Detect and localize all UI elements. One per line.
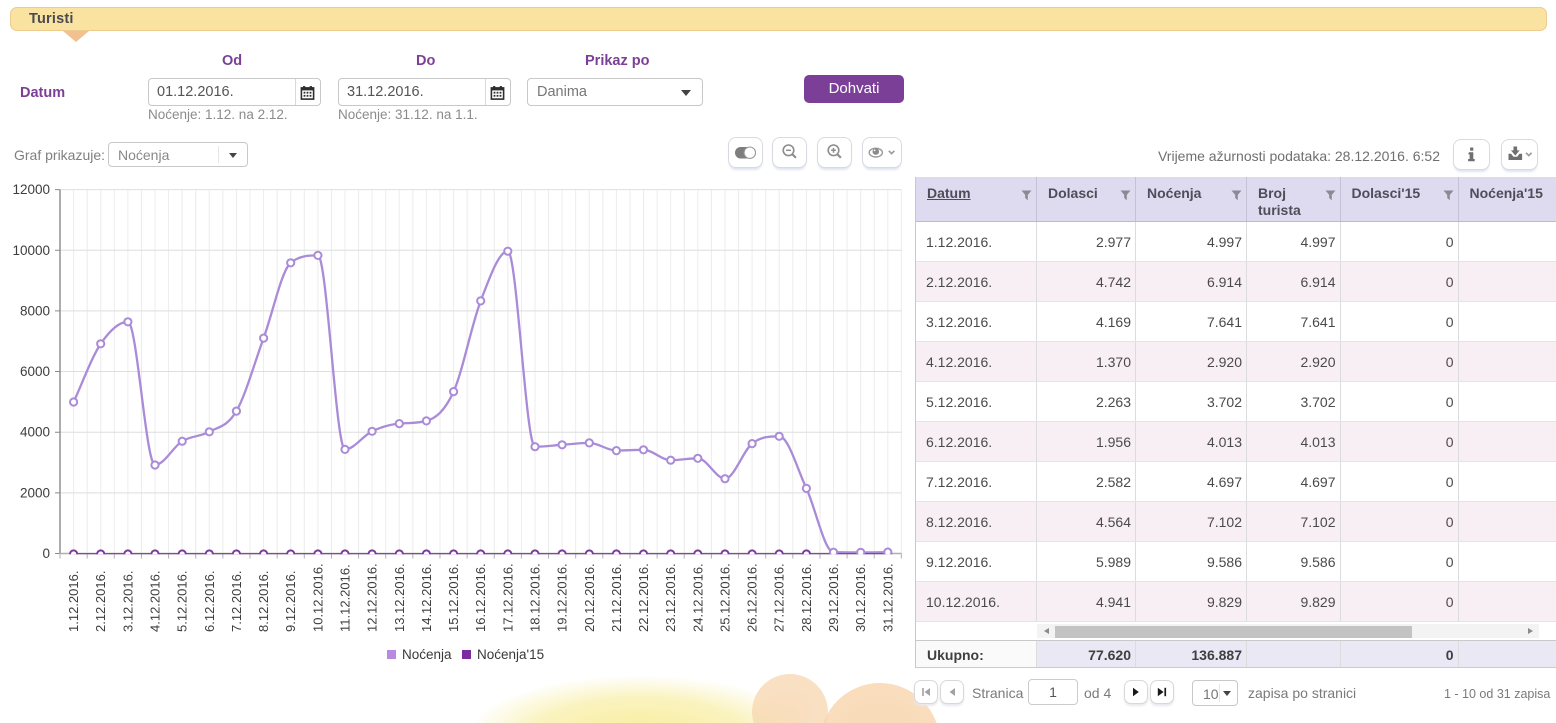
- svg-text:5.12.2016.: 5.12.2016.: [175, 571, 190, 632]
- svg-text:31.12.2016.: 31.12.2016.: [880, 563, 895, 632]
- svg-text:29.12.2016.: 29.12.2016.: [826, 563, 841, 632]
- svg-text:4000: 4000: [20, 425, 50, 440]
- svg-text:13.12.2016.: 13.12.2016.: [392, 563, 407, 632]
- svg-text:6000: 6000: [20, 364, 50, 379]
- svg-text:8000: 8000: [20, 303, 50, 318]
- svg-text:28.12.2016.: 28.12.2016.: [799, 563, 814, 632]
- svg-text:27.12.2016.: 27.12.2016.: [772, 563, 787, 632]
- svg-text:16.12.2016.: 16.12.2016.: [473, 563, 488, 632]
- svg-text:10.12.2016.: 10.12.2016.: [310, 563, 325, 632]
- svg-text:4.12.2016.: 4.12.2016.: [148, 571, 163, 632]
- svg-text:23.12.2016.: 23.12.2016.: [663, 563, 678, 632]
- svg-text:8.12.2016.: 8.12.2016.: [256, 571, 271, 632]
- svg-text:14.12.2016.: 14.12.2016.: [419, 563, 434, 632]
- svg-text:24.12.2016.: 24.12.2016.: [690, 563, 705, 632]
- svg-text:12000: 12000: [12, 182, 50, 197]
- svg-text:11.12.2016.: 11.12.2016.: [338, 564, 353, 632]
- svg-text:19.12.2016.: 19.12.2016.: [555, 563, 570, 632]
- svg-text:30.12.2016.: 30.12.2016.: [853, 563, 868, 632]
- svg-text:9.12.2016.: 9.12.2016.: [283, 571, 298, 632]
- svg-text:6.12.2016.: 6.12.2016.: [202, 571, 217, 632]
- svg-text:1.12.2016.: 1.12.2016.: [66, 571, 81, 632]
- svg-text:20.12.2016.: 20.12.2016.: [582, 563, 597, 632]
- svg-text:17.12.2016.: 17.12.2016.: [500, 563, 515, 632]
- svg-text:2000: 2000: [20, 485, 50, 500]
- svg-text:0: 0: [42, 546, 50, 561]
- svg-text:15.12.2016.: 15.12.2016.: [446, 563, 461, 632]
- svg-text:7.12.2016.: 7.12.2016.: [229, 571, 244, 632]
- svg-text:3.12.2016.: 3.12.2016.: [120, 571, 135, 632]
- svg-text:25.12.2016.: 25.12.2016.: [718, 563, 733, 632]
- svg-text:2.12.2016.: 2.12.2016.: [93, 571, 108, 632]
- svg-text:21.12.2016.: 21.12.2016.: [609, 563, 624, 632]
- svg-text:12.12.2016.: 12.12.2016.: [365, 563, 380, 632]
- svg-text:18.12.2016.: 18.12.2016.: [528, 563, 543, 632]
- svg-text:10000: 10000: [12, 243, 50, 258]
- svg-text:22.12.2016.: 22.12.2016.: [636, 563, 651, 632]
- svg-text:26.12.2016.: 26.12.2016.: [745, 563, 760, 632]
